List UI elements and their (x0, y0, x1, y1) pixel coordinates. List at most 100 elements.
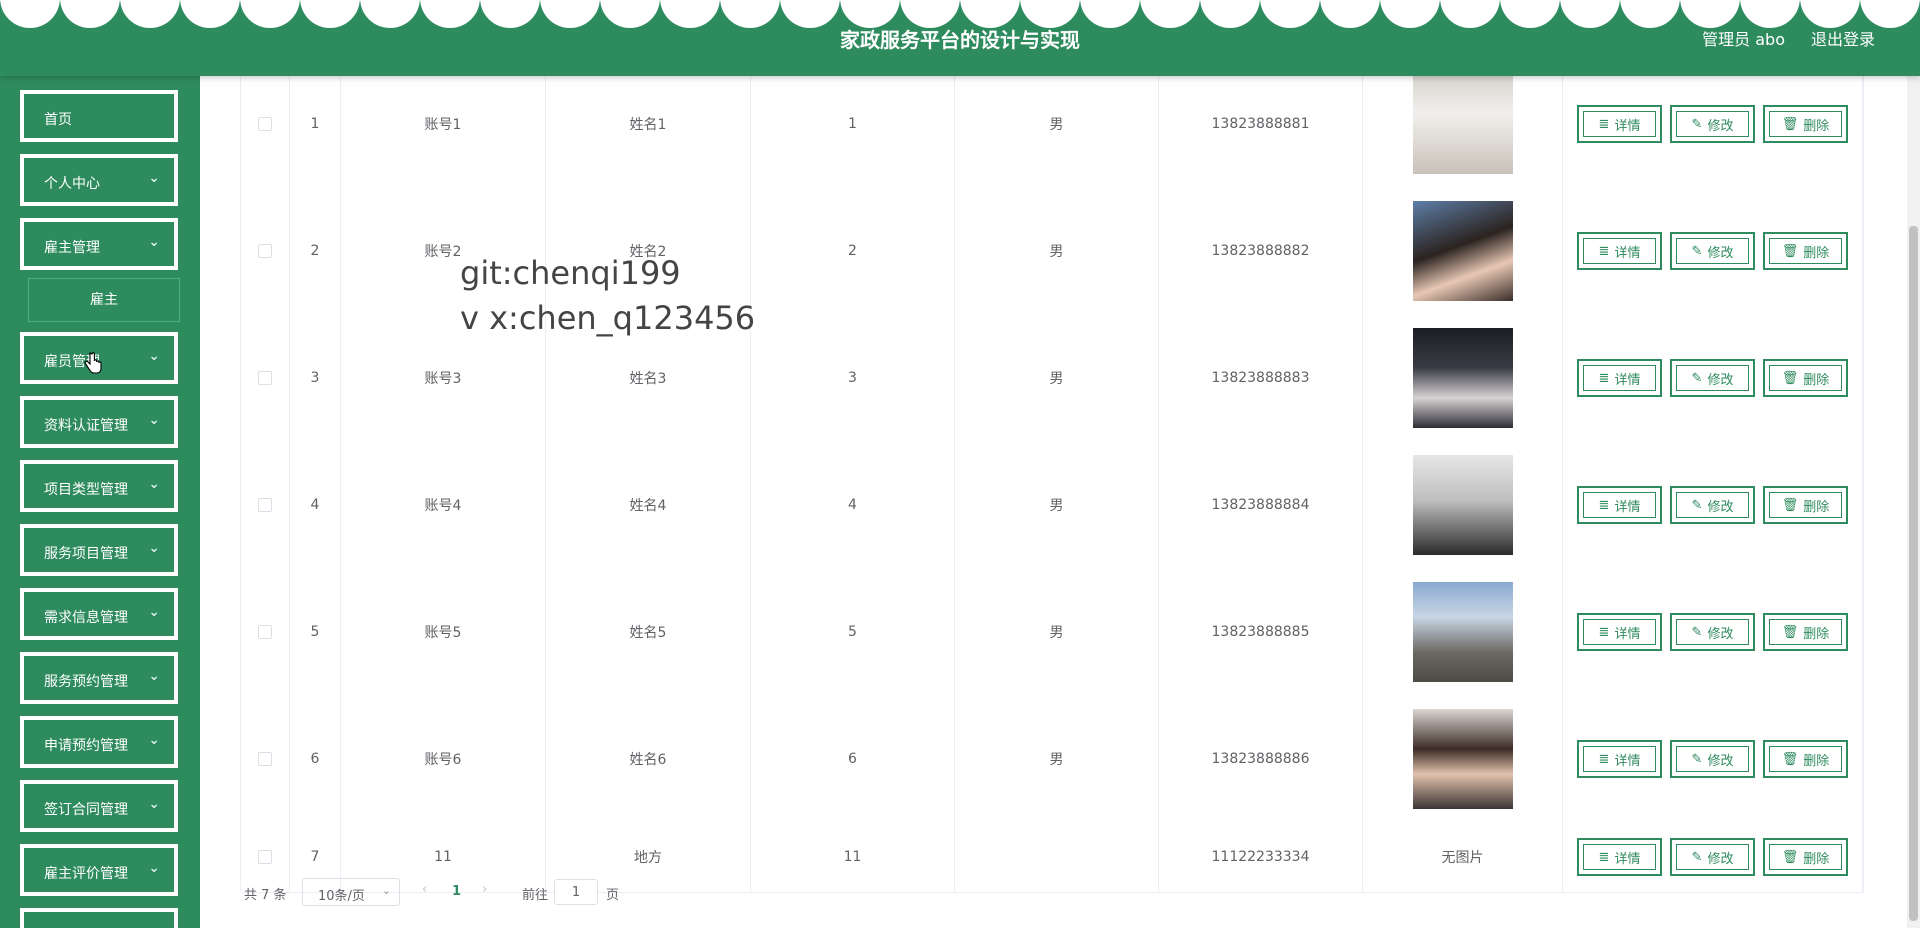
sidebar-item-employer-management[interactable]: 雇主管理 ⌄ (20, 218, 178, 270)
sidebar-item-service-project-management[interactable]: 服务项目管理 ⌄ (20, 524, 178, 576)
logout-link[interactable]: 退出登录 (1811, 26, 1875, 50)
portrait-woman-1[interactable] (1412, 200, 1513, 301)
edit-button[interactable]: ✎ 修改 (1670, 740, 1755, 778)
pencil-icon: ✎ (1691, 849, 1703, 865)
detail-button[interactable]: ≣ 详情 (1577, 232, 1662, 270)
sidebar-item-label: 雇主评价管理 (44, 866, 128, 882)
delete-button[interactable]: 🗑 删除 (1763, 105, 1848, 143)
cat-photo[interactable] (1412, 73, 1513, 174)
sidebar-item-credential-management[interactable]: 资料认证管理 ⌄ (20, 396, 178, 448)
phone-cell: 11122233334 (1159, 822, 1363, 892)
delete-button[interactable]: 🗑 删除 (1763, 232, 1848, 270)
photo-cell (1363, 60, 1563, 187)
document-icon: ≣ (1598, 497, 1610, 513)
prev-page-button[interactable]: ‹ (422, 882, 427, 897)
phone-cell: 13823888883 (1159, 314, 1363, 441)
edit-button-label: 修改 (1707, 851, 1734, 867)
row-checkbox[interactable] (258, 850, 272, 864)
edit-button-label: 修改 (1707, 245, 1734, 261)
trash-icon: 🗑 (1781, 243, 1799, 259)
sidebar-item-contract-management[interactable]: 签订合同管理 ⌄ (20, 780, 178, 832)
row-checkbox[interactable] (258, 497, 272, 512)
goto-page-input[interactable] (554, 879, 598, 905)
detail-button[interactable]: ≣ 详情 (1577, 613, 1662, 651)
sidebar-item-demand-info-management[interactable]: 需求信息管理 ⌄ (20, 588, 178, 640)
watermark-text: v x:chen_q123456 (460, 299, 756, 337)
sidebar-item-home[interactable]: 首页 (20, 90, 178, 142)
portrait-mirror-selfie[interactable] (1412, 454, 1513, 555)
delete-button[interactable]: 🗑 删除 (1763, 359, 1848, 397)
account-cell: 账号2 (341, 187, 546, 314)
table-row: 4 账号4 姓名4 4 男 13823888884 ≣ 详情 ✎ 修改 🗑 删除 (241, 441, 1863, 569)
top-header: 家政服务平台的设计与实现 管理员 abo 退出登录 (0, 0, 1920, 76)
name-cell: 姓名2 (546, 187, 751, 314)
detail-button[interactable]: ≣ 详情 (1577, 838, 1662, 876)
detail-button[interactable]: ≣ 详情 (1577, 486, 1662, 524)
account-cell: 账号6 (341, 695, 546, 822)
total-count: 共 7 条 (244, 888, 287, 903)
scrollbar[interactable] (1907, 76, 1920, 928)
index-cell: 2 (290, 187, 341, 314)
document-icon: ≣ (1598, 116, 1610, 132)
age-cell: 3 (751, 314, 955, 441)
edit-button[interactable]: ✎ 修改 (1670, 486, 1755, 524)
sidebar-item-project-type-management[interactable]: 项目类型管理 ⌄ (20, 460, 178, 512)
row-checkbox[interactable] (258, 751, 272, 766)
sidebar-item-employer-review-management[interactable]: 雇主评价管理 ⌄ (20, 844, 178, 896)
pencil-icon: ✎ (1691, 116, 1703, 132)
delete-button[interactable]: 🗑 删除 (1763, 486, 1848, 524)
chevron-down-icon: ⌄ (148, 540, 160, 556)
delete-button-label: 删除 (1803, 499, 1830, 515)
portrait-man-cap[interactable] (1412, 581, 1513, 682)
index-cell: 1 (290, 60, 341, 187)
detail-button-label: 详情 (1614, 245, 1641, 261)
row-checkbox[interactable] (258, 243, 272, 258)
checkbox-cell (241, 187, 290, 314)
pencil-icon: ✎ (1691, 243, 1703, 259)
chevron-down-icon: ⌄ (148, 860, 160, 876)
sidebar-item-booking-application-management[interactable]: 申请预约管理 ⌄ (20, 716, 178, 768)
detail-button[interactable]: ≣ 详情 (1577, 359, 1662, 397)
page-number[interactable]: 1 (452, 884, 461, 899)
chevron-down-icon: ⌄ (148, 668, 160, 684)
detail-button[interactable]: ≣ 详情 (1577, 105, 1662, 143)
edit-button[interactable]: ✎ 修改 (1670, 105, 1755, 143)
delete-button[interactable]: 🗑 删除 (1763, 740, 1848, 778)
portrait-woman-2[interactable] (1412, 708, 1513, 809)
sidebar-item-more[interactable] (20, 908, 178, 928)
detail-button[interactable]: ≣ 详情 (1577, 740, 1662, 778)
edit-button[interactable]: ✎ 修改 (1670, 359, 1755, 397)
actions-cell: ≣ 详情 ✎ 修改 🗑 删除 (1563, 695, 1863, 822)
delete-button[interactable]: 🗑 删除 (1763, 838, 1848, 876)
edit-button[interactable]: ✎ 修改 (1670, 838, 1755, 876)
chevron-down-icon: ⌄ (148, 796, 160, 812)
page-size-value: 10条/页 (318, 889, 365, 904)
actions-cell: ≣ 详情 ✎ 修改 🗑 删除 (1563, 822, 1863, 892)
next-page-button[interactable]: › (482, 882, 487, 897)
photo-cell (1363, 314, 1563, 441)
row-checkbox[interactable] (258, 370, 272, 385)
name-cell: 姓名6 (546, 695, 751, 822)
chevron-down-icon: ⌄ (148, 412, 160, 428)
checkbox-cell (241, 568, 290, 695)
chevron-down-icon: ⌄ (381, 884, 391, 897)
page-size-select[interactable]: 10条/页 ⌄ (302, 878, 400, 906)
sidebar-item-service-booking-management[interactable]: 服务预约管理 ⌄ (20, 652, 178, 704)
age-cell: 2 (751, 187, 955, 314)
sidebar-subitem-employer[interactable]: 雇主 (28, 278, 180, 322)
row-checkbox[interactable] (258, 116, 272, 131)
phone-cell: 13823888884 (1159, 441, 1363, 568)
edit-button[interactable]: ✎ 修改 (1670, 613, 1755, 651)
row-checkbox[interactable] (258, 624, 272, 639)
actions-cell: ≣ 详情 ✎ 修改 🗑 删除 (1563, 568, 1863, 695)
delete-button-label: 删除 (1803, 851, 1830, 867)
delete-button[interactable]: 🗑 删除 (1763, 613, 1848, 651)
photo-cell (1363, 441, 1563, 568)
phone-cell: 13823888885 (1159, 568, 1363, 695)
name-cell: 姓名4 (546, 441, 751, 568)
age-cell: 4 (751, 441, 955, 568)
sidebar-item-personal-center[interactable]: 个人中心 ⌄ (20, 154, 178, 206)
portrait-man-1[interactable] (1412, 327, 1513, 428)
scrollbar-thumb[interactable] (1909, 226, 1918, 921)
edit-button[interactable]: ✎ 修改 (1670, 232, 1755, 270)
